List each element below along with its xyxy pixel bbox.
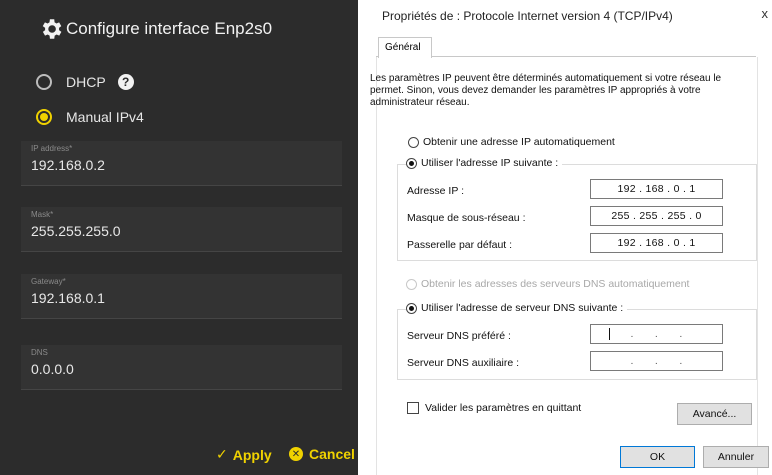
- subnet-mask-caption: Masque de sous-réseau :: [407, 212, 526, 224]
- gateway-value: 192.168.0.1: [31, 290, 105, 306]
- preferred-dns-input[interactable]: . . .: [590, 324, 723, 344]
- manual-ip-option[interactable]: Utiliser l'adresse IP suivante :: [406, 157, 563, 169]
- gateway-label: Gateway*: [31, 277, 66, 286]
- manual-ipv4-radio[interactable]: [36, 109, 52, 125]
- advanced-button[interactable]: Avancé...: [677, 403, 752, 425]
- interface-config-panel: Configure interface Enp2s0 DHCP ? Manual…: [0, 0, 358, 475]
- mask-value: 255.255.255.0: [31, 223, 121, 239]
- dialog-cancel-button[interactable]: Annuler: [703, 446, 769, 468]
- dns-field[interactable]: DNS 0.0.0.0: [21, 345, 342, 390]
- validate-on-exit-option[interactable]: Valider les paramètres en quittant: [407, 402, 581, 414]
- subnet-mask-input[interactable]: 255 . 255 . 255 . 0: [590, 206, 723, 226]
- manual-ip-radio[interactable]: [406, 157, 417, 169]
- cancel-label: Cancel: [309, 446, 355, 462]
- ok-button[interactable]: OK: [620, 446, 695, 468]
- panel-title: Configure interface Enp2s0: [38, 14, 272, 44]
- ip-address-label: IP address*: [31, 144, 73, 153]
- gateway-input[interactable]: 192 . 168 . 0 . 1: [590, 233, 723, 253]
- dhcp-label: DHCP: [66, 74, 106, 90]
- manual-ip-label: Utiliser l'adresse IP suivante :: [421, 157, 559, 169]
- cancel-circle-icon: ✕: [289, 447, 303, 461]
- dhcp-option[interactable]: DHCP ?: [36, 74, 134, 90]
- ip-address-input[interactable]: 192 . 168 . 0 . 1: [590, 179, 723, 199]
- intro-text: Les paramètres IP peuvent être déterminé…: [370, 73, 722, 108]
- gateway-caption: Passerelle par défaut :: [407, 239, 513, 251]
- tab-general[interactable]: Général: [378, 37, 432, 58]
- alternate-dns-caption: Serveur DNS auxiliaire :: [407, 357, 520, 369]
- preferred-dns-value: . . .: [630, 328, 683, 340]
- manual-dns-label: Utiliser l'adresse de serveur DNS suivan…: [421, 302, 624, 314]
- ip-address-caption: Adresse IP :: [407, 185, 465, 197]
- check-icon: ✓: [216, 446, 228, 462]
- ip-address-field[interactable]: IP address* 192.168.0.2: [21, 141, 342, 186]
- manual-ipv4-label: Manual IPv4: [66, 109, 144, 125]
- auto-dns-radio[interactable]: [406, 278, 417, 290]
- alternate-dns-input[interactable]: . . .: [590, 351, 723, 371]
- close-icon[interactable]: x: [762, 6, 769, 21]
- auto-dns-option[interactable]: Obtenir les adresses des serveurs DNS au…: [406, 278, 689, 290]
- manual-dns-option[interactable]: Utiliser l'adresse de serveur DNS suivan…: [406, 302, 628, 314]
- apply-button[interactable]: ✓ Apply: [216, 446, 272, 463]
- auto-ip-radio[interactable]: [408, 136, 419, 148]
- preferred-dns-caption: Serveur DNS préféré :: [407, 330, 511, 342]
- auto-ip-option[interactable]: Obtenir une adresse IP automatiquement: [408, 136, 615, 148]
- validate-label: Valider les paramètres en quittant: [425, 402, 582, 414]
- manual-dns-radio[interactable]: [406, 302, 417, 314]
- validate-checkbox[interactable]: [407, 402, 419, 414]
- text-caret: [609, 328, 610, 340]
- gear-icon: [42, 19, 62, 39]
- alternate-dns-value: . . .: [630, 355, 683, 367]
- cancel-button[interactable]: ✕ Cancel: [289, 446, 355, 462]
- auto-ip-label: Obtenir une adresse IP automatiquement: [423, 136, 615, 148]
- gateway-field[interactable]: Gateway* 192.168.0.1: [21, 274, 342, 319]
- mask-field[interactable]: Mask* 255.255.255.0: [21, 207, 342, 252]
- dhcp-radio[interactable]: [36, 74, 52, 90]
- manual-ipv4-option[interactable]: Manual IPv4: [36, 109, 144, 125]
- ipv4-properties-dialog: Propriétés de : Protocole Internet versi…: [366, 0, 772, 475]
- apply-label: Apply: [232, 446, 272, 463]
- panel-title-text: Configure interface Enp2s0: [66, 19, 273, 38]
- dialog-title: Propriétés de : Protocole Internet versi…: [382, 9, 673, 23]
- mask-label: Mask*: [31, 210, 54, 219]
- dns-label: DNS: [31, 348, 48, 357]
- dns-value: 0.0.0.0: [31, 361, 74, 377]
- help-icon[interactable]: ?: [117, 74, 134, 90]
- auto-dns-label: Obtenir les adresses des serveurs DNS au…: [421, 278, 690, 290]
- ip-address-value: 192.168.0.2: [31, 157, 105, 173]
